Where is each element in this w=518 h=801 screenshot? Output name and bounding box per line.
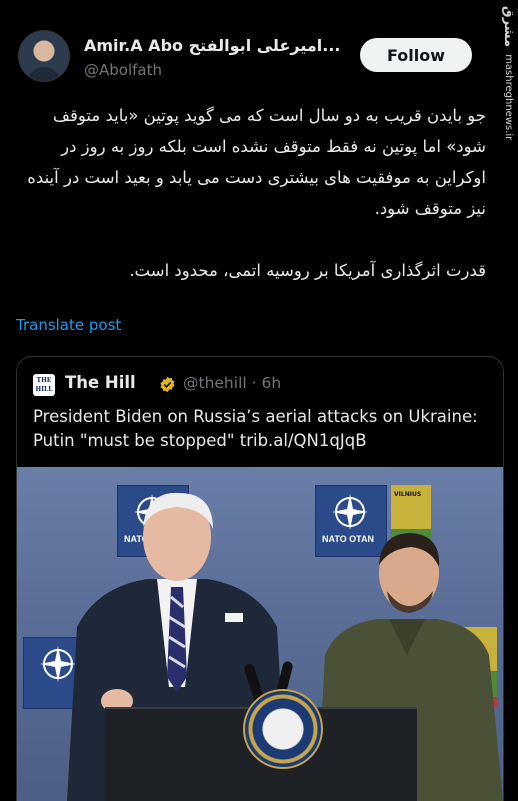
quoted-tweet-card[interactable]: THE HILL The Hill @thehill · 6h Presiden… (16, 356, 504, 801)
quoted-tweet-photo[interactable]: NATO OTAN NATO OTAN VILNIUS (17, 467, 503, 801)
tweet-header: Amir.A Abo امیرعلی ابوالفتح... @Abolfath… (18, 30, 498, 86)
tweet-paragraph-1: جو بایدن قریب به دو سال است که می گوید پ… (27, 106, 486, 218)
quoted-tweet-header: THE HILL The Hill @thehill · 6h (33, 373, 493, 396)
display-name[interactable]: Amir.A Abo امیرعلی ابوالفتح... (84, 36, 341, 55)
follow-button[interactable]: Follow (360, 38, 472, 72)
watermark-site: mashreghnews.ir (503, 54, 514, 141)
verified-badge-icon (160, 376, 175, 393)
translate-post-link[interactable]: Translate post (16, 316, 121, 334)
tweet-text: جو بایدن قریب به دو سال است که می گوید پ… (18, 100, 486, 286)
the-hill-logo: THE HILL (33, 374, 55, 396)
quoted-tweet-text: President Biden on Russia’s aerial attac… (33, 407, 478, 450)
vilnius-banner-text: VILNIUS (394, 491, 422, 498)
watermark: مشرق mashreghnews.ir (490, 6, 516, 196)
presidential-seal-icon (243, 689, 323, 769)
watermark-logo: مشرق (501, 6, 516, 47)
user-handle[interactable]: @Abolfath (84, 61, 162, 79)
avatar-figure (27, 67, 61, 81)
quoted-author-name[interactable]: The Hill (65, 373, 136, 392)
user-avatar[interactable] (18, 30, 70, 82)
quoted-meta: @thehill · 6h (183, 374, 282, 392)
tweet-paragraph-2: قدرت اثرگذاری آمریکا بر روسیه اتمی، محدو… (129, 261, 486, 280)
